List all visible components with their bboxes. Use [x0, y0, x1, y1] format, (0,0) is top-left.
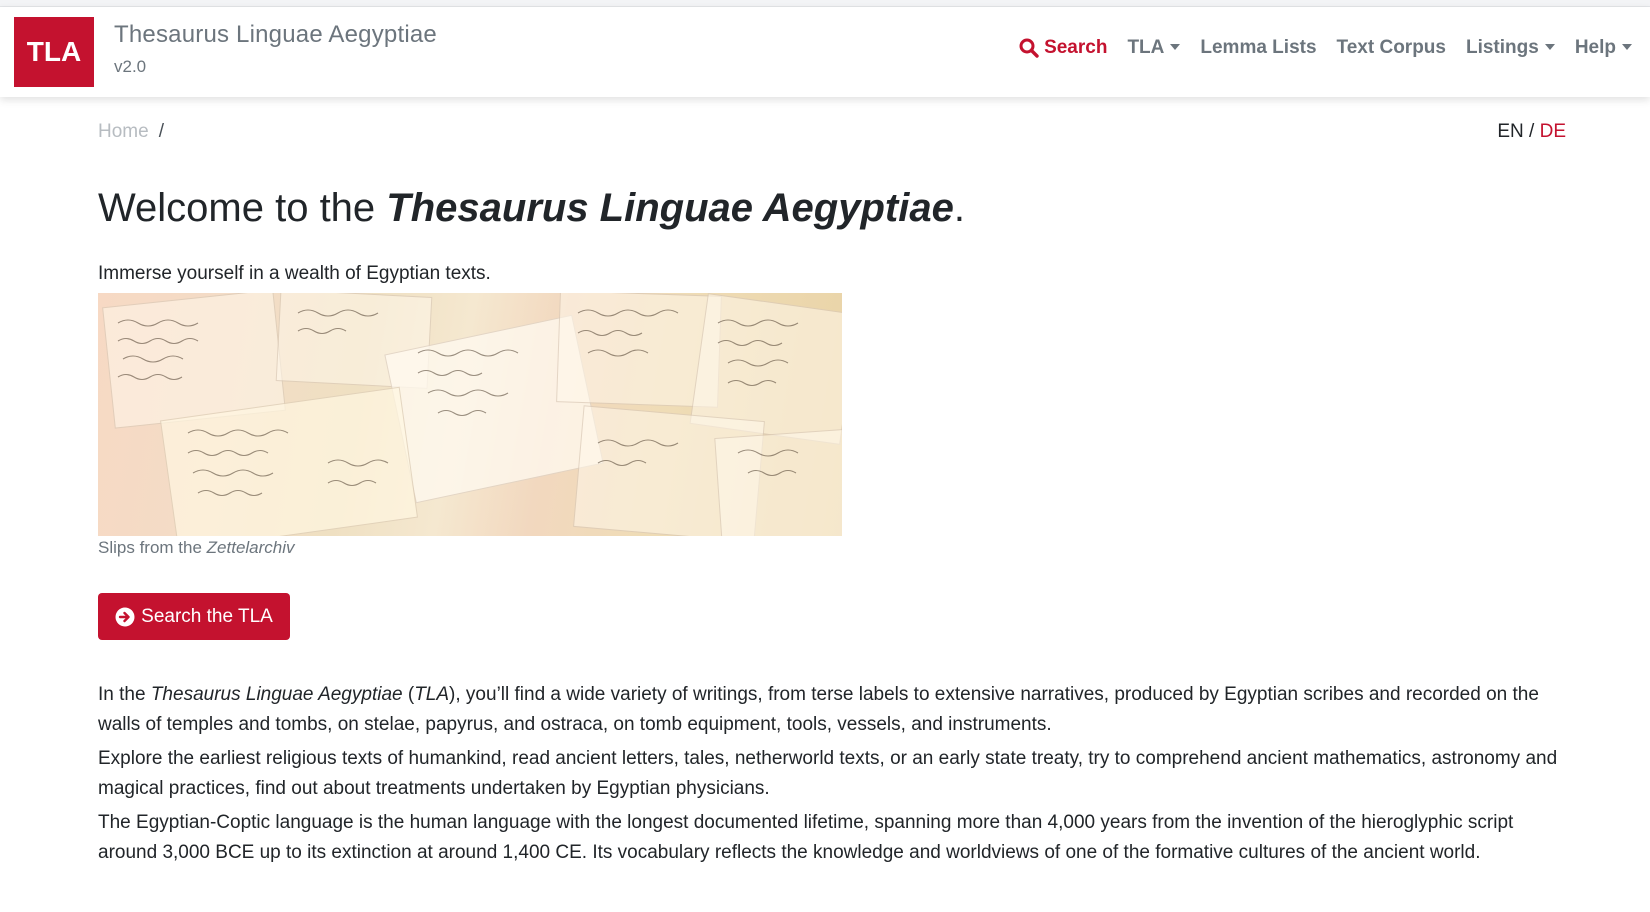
breadcrumb-home[interactable]: Home: [98, 121, 149, 143]
nav-tla-label: TLA: [1127, 37, 1165, 58]
tla-logo[interactable]: TLA: [14, 17, 94, 87]
title-italic: Thesaurus Linguae Aegyptiae: [386, 186, 954, 230]
lang-en[interactable]: EN: [1497, 121, 1523, 142]
nav-listings-dropdown[interactable]: Listings: [1456, 37, 1565, 59]
image-caption: Slips from the Zettelarchiv: [98, 538, 295, 558]
lang-de[interactable]: DE: [1540, 121, 1566, 142]
p1-italic-abbr: TLA: [414, 684, 450, 705]
nav-search[interactable]: Search: [1009, 37, 1117, 59]
search-icon: [1019, 38, 1039, 58]
main-nav: Search TLA Lemma Lists Text Corpus Listi…: [1009, 37, 1642, 59]
breadcrumb: Home /: [98, 121, 164, 143]
intro-text: In the Thesaurus Linguae Aegyptiae (TLA)…: [98, 680, 1568, 872]
browser-top-edge: [0, 0, 1650, 7]
caret-down-icon: [1622, 44, 1632, 50]
title-suffix: .: [953, 186, 965, 230]
nav-listings-label: Listings: [1465, 37, 1539, 58]
p1-text: (: [402, 684, 415, 705]
p1-italic-name: Thesaurus Linguae Aegyptiae: [150, 684, 403, 705]
caption-prefix: Slips from the: [98, 538, 207, 557]
nav-lemma-lists-label: Lemma Lists: [1200, 37, 1317, 58]
title-prefix: Welcome to the: [98, 186, 387, 230]
nav-help-label: Help: [1574, 37, 1616, 58]
handwriting-strokes: [117, 309, 799, 497]
search-the-tla-label: Search the TLA: [141, 605, 273, 627]
p1-text: In the: [98, 684, 151, 705]
lang-separator: /: [1529, 121, 1535, 142]
caret-down-icon: [1170, 44, 1181, 50]
nav-text-corpus[interactable]: Text Corpus: [1327, 37, 1456, 59]
page-title: Welcome to the Thesaurus Linguae Aegypti…: [98, 186, 965, 231]
intro-paragraph-2: Explore the earliest religious texts of …: [98, 748, 1558, 799]
zettelarchiv-slips-image: [98, 293, 842, 536]
search-the-tla-button[interactable]: Search the TLA: [98, 593, 290, 640]
intro-paragraph-1: In the Thesaurus Linguae Aegyptiae (TLA)…: [98, 680, 1568, 740]
caption-italic: Zettelarchiv: [206, 538, 295, 557]
navbar: TLA Thesaurus Linguae Aegyptiae v2.0 Sea…: [0, 7, 1650, 97]
nav-tla-dropdown[interactable]: TLA: [1117, 37, 1190, 59]
nav-text-corpus-label: Text Corpus: [1336, 37, 1446, 58]
breadcrumb-separator: /: [158, 121, 164, 142]
caret-down-icon: [1544, 44, 1555, 50]
brand-title[interactable]: Thesaurus Linguae Aegyptiae: [114, 21, 437, 49]
nav-lemma-lists[interactable]: Lemma Lists: [1190, 37, 1326, 59]
nav-help-dropdown[interactable]: Help: [1565, 37, 1642, 59]
lead-text: Immerse yourself in a wealth of Egyptian…: [98, 263, 491, 284]
language-switcher: EN / DE: [1497, 121, 1566, 143]
brand-version: v2.0: [114, 57, 147, 76]
intro-paragraph-3: The Egyptian-Coptic language is the huma…: [98, 812, 1514, 863]
nav-search-label: Search: [1044, 37, 1108, 58]
arrow-circle-right-icon: [115, 607, 135, 626]
